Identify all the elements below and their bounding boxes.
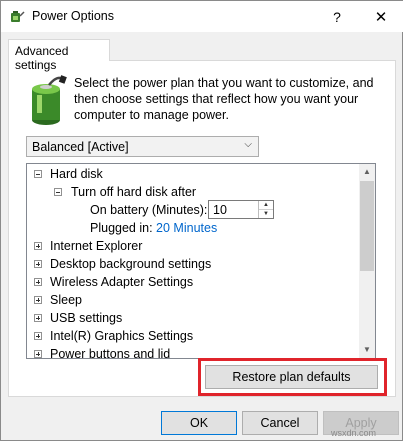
expand-icon[interactable] <box>34 350 42 358</box>
intro-text: Select the power plan that you want to c… <box>74 76 374 122</box>
scroll-up-icon[interactable]: ▲ <box>359 164 375 180</box>
settings-tree[interactable]: Hard disk Turn off hard disk after On ba… <box>26 163 376 359</box>
highlight-annotation-box <box>198 358 387 396</box>
expand-icon[interactable] <box>34 296 42 304</box>
tree-item-power-buttons[interactable]: Power buttons and lid <box>50 345 170 358</box>
on-battery-minutes-value[interactable]: 10 <box>213 203 227 217</box>
power-options-window: Power Options ? ✕ Advanced settings Sele… <box>0 0 403 441</box>
tree-item-usb-settings[interactable]: USB settings <box>50 309 122 327</box>
tree-item-hard-disk[interactable]: Hard disk <box>50 165 103 183</box>
tree-item-turn-off-hard-disk[interactable]: Turn off hard disk after <box>71 183 196 201</box>
watermark-text: wsxdn.com <box>331 428 377 438</box>
plan-dropdown[interactable]: Balanced [Active] ⌵ <box>26 136 259 157</box>
tree-item-intel-graphics[interactable]: Intel(R) Graphics Settings <box>50 327 193 345</box>
tree-item-wireless-adapter[interactable]: Wireless Adapter Settings <box>50 273 193 291</box>
cancel-button[interactable]: Cancel <box>242 411 318 435</box>
expand-icon[interactable] <box>34 242 42 250</box>
expand-icon[interactable] <box>34 314 42 322</box>
tab-advanced-settings[interactable]: Advanced settings <box>8 39 110 72</box>
on-battery-minutes-stepper[interactable]: 10 ▲ ▼ <box>208 200 274 219</box>
collapse-hard-disk-icon[interactable] <box>34 170 42 178</box>
window-title: Power Options <box>32 9 114 23</box>
stepper-up-icon[interactable]: ▲ <box>259 201 273 210</box>
help-button[interactable]: ? <box>315 1 359 32</box>
power-options-app-icon <box>11 11 25 22</box>
tree-item-sleep[interactable]: Sleep <box>50 291 82 309</box>
on-battery-label: On battery (Minutes): <box>90 203 208 217</box>
plugged-in-row[interactable]: Plugged in: 20 Minutes <box>90 219 217 237</box>
tree-item-desktop-background[interactable]: Desktop background settings <box>50 255 211 273</box>
battery-icon <box>32 75 67 125</box>
plugged-in-value[interactable]: 20 Minutes <box>156 221 217 235</box>
plugged-in-label: Plugged in: <box>90 221 153 235</box>
tree-item-internet-explorer[interactable]: Internet Explorer <box>50 237 142 255</box>
chevron-down-icon: ⌵ <box>244 139 252 150</box>
ok-button[interactable]: OK <box>161 411 237 435</box>
plan-dropdown-value: Balanced [Active] <box>32 140 129 154</box>
title-bar: Power Options ? ✕ <box>1 1 403 32</box>
expand-icon[interactable] <box>34 260 42 268</box>
collapse-turn-off-icon[interactable] <box>54 188 62 196</box>
tree-scrollbar[interactable]: ▲ ▼ <box>359 164 375 358</box>
stepper-buttons: ▲ ▼ <box>258 201 273 218</box>
scroll-down-icon[interactable]: ▼ <box>359 342 375 358</box>
stepper-down-icon[interactable]: ▼ <box>259 210 273 218</box>
close-button[interactable]: ✕ <box>359 1 403 32</box>
expand-icon[interactable] <box>34 332 42 340</box>
expand-icon[interactable] <box>34 278 42 286</box>
scroll-thumb[interactable] <box>360 181 374 271</box>
